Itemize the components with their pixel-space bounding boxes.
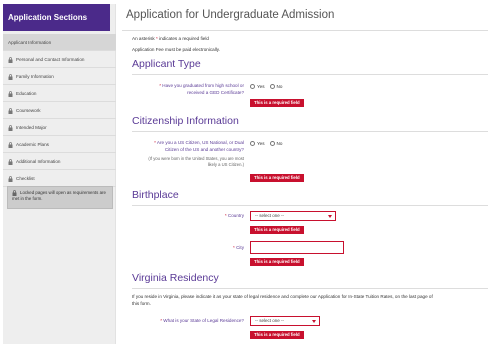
citizen-error: This is a required field bbox=[250, 174, 304, 182]
country-error: This is a required field bbox=[250, 226, 304, 234]
section-heading-birthplace: Birthplace bbox=[132, 189, 179, 201]
sidebar-item-label: Personal and Contact Information bbox=[16, 56, 85, 62]
lock-icon bbox=[12, 190, 17, 196]
sidebar-item-label: Coursework bbox=[16, 107, 41, 113]
citizen-yes-radio[interactable] bbox=[250, 141, 255, 146]
sidebar-item-checklist[interactable]: Checklist bbox=[3, 170, 116, 187]
residency-paragraph: If you reside in Virginia, please indica… bbox=[132, 293, 486, 307]
section-heading-applicant-type: Applicant Type bbox=[132, 58, 201, 70]
residency-paragraph-line2: this form. bbox=[132, 301, 151, 306]
required-note-before: An asterisk bbox=[132, 36, 155, 41]
required-asterisk: * bbox=[156, 36, 158, 41]
sidebar-item-family[interactable]: Family Information bbox=[3, 68, 116, 85]
graduated-no-label[interactable]: No bbox=[277, 84, 283, 89]
sidebar-item-label: Additional Information bbox=[16, 158, 61, 164]
citizen-question-line1: Are you a US Citizen, US National, or Du… bbox=[156, 140, 244, 145]
fee-note: Application Fee must be paid electronica… bbox=[132, 47, 221, 52]
sidebar-item-education[interactable]: Education bbox=[3, 85, 116, 102]
section-divider bbox=[132, 74, 488, 75]
sidebar-item-coursework[interactable]: Coursework bbox=[3, 102, 116, 119]
section-divider bbox=[132, 288, 488, 289]
lock-icon bbox=[8, 107, 13, 114]
country-label: * Country bbox=[128, 213, 244, 220]
required-asterisk: * bbox=[160, 318, 163, 323]
required-note-after: indicates a required field bbox=[159, 36, 209, 41]
city-error: This is a required field bbox=[250, 258, 304, 266]
citizen-yes-label[interactable]: Yes bbox=[257, 141, 265, 146]
state-select[interactable]: -- select one -- bbox=[250, 316, 320, 326]
citizen-question: * Are you a US Citizen, US National, or … bbox=[128, 140, 244, 153]
lock-icon bbox=[8, 158, 13, 165]
required-note: An asterisk * indicates a required field bbox=[132, 36, 209, 41]
citizen-no-radio[interactable] bbox=[269, 141, 275, 146]
graduated-yes-label[interactable]: Yes bbox=[257, 84, 265, 89]
chevron-down-icon bbox=[328, 215, 332, 218]
citizen-hint-line2: likely a US Citizen.) bbox=[207, 162, 244, 167]
country-label-text: Country bbox=[227, 213, 244, 218]
sidebar-item-personal-contact[interactable]: Personal and Contact Information bbox=[3, 51, 116, 68]
locked-pages-note-text: Locked pages will open as requirements a… bbox=[12, 190, 106, 201]
graduated-radio-group: Yes No bbox=[250, 84, 287, 89]
lock-icon bbox=[8, 56, 13, 63]
sidebar-item-label: Education bbox=[16, 90, 37, 96]
graduated-yes-radio[interactable] bbox=[250, 84, 255, 89]
sidebar-item-label: Applicant Information bbox=[8, 39, 52, 45]
sidebar-item-label: Intended Major bbox=[16, 124, 47, 130]
city-label: * City bbox=[128, 245, 244, 252]
lock-icon bbox=[8, 124, 13, 131]
lock-icon bbox=[8, 90, 13, 97]
required-asterisk: * bbox=[154, 140, 156, 145]
section-heading-citizenship: Citizenship Information bbox=[132, 115, 239, 127]
sidebar-item-label: Family Information bbox=[16, 73, 54, 79]
graduated-no-radio[interactable] bbox=[269, 84, 275, 89]
country-select-value: -- select one -- bbox=[255, 213, 285, 218]
sidebar-item-intended-major[interactable]: Intended Major bbox=[3, 119, 116, 136]
citizen-hint-line1: (If you were born in the United States, … bbox=[148, 156, 244, 161]
residency-paragraph-line1: If you reside in Virginia, please indica… bbox=[132, 294, 433, 299]
city-label-text: City bbox=[236, 245, 244, 250]
main-content: Application for Undergraduate Admission … bbox=[122, 0, 488, 344]
graduated-error: This is a required field bbox=[250, 99, 304, 107]
lock-icon bbox=[8, 73, 13, 80]
country-select[interactable]: -- select one -- bbox=[250, 211, 336, 221]
page-title: Application for Undergraduate Admission bbox=[126, 9, 335, 21]
locked-pages-note: Locked pages will open as requirements a… bbox=[7, 186, 113, 209]
sidebar-nav: Applicant Information Personal and Conta… bbox=[3, 34, 116, 187]
city-input[interactable] bbox=[250, 241, 344, 254]
citizen-radio-group: Yes No bbox=[250, 141, 287, 146]
state-error: This is a required field bbox=[250, 331, 304, 339]
sidebar: Application Sections Applicant Informati… bbox=[3, 4, 116, 344]
section-divider bbox=[132, 131, 488, 132]
state-select-value: -- select one -- bbox=[255, 318, 285, 323]
citizen-hint: (If you were born in the United States, … bbox=[122, 156, 244, 168]
sidebar-item-applicant-information[interactable]: Applicant Information bbox=[3, 34, 116, 51]
lock-icon bbox=[8, 141, 13, 148]
required-asterisk: * bbox=[224, 213, 227, 218]
citizen-no-label[interactable]: No bbox=[277, 141, 283, 146]
sidebar-item-label: Academic Plans bbox=[16, 141, 49, 147]
sidebar-item-label: Checklist bbox=[16, 175, 35, 181]
section-divider bbox=[132, 205, 488, 206]
title-divider bbox=[122, 30, 488, 31]
state-label-text: What is your State of Legal Residence? bbox=[163, 318, 244, 323]
chevron-down-icon bbox=[312, 320, 316, 323]
sidebar-item-academic-plans[interactable]: Academic Plans bbox=[3, 136, 116, 153]
sidebar-title: Application Sections bbox=[3, 4, 110, 31]
required-asterisk: * bbox=[159, 83, 161, 88]
graduated-question: * Have you graduated from high school or… bbox=[128, 83, 244, 96]
state-label: * What is your State of Legal Residence? bbox=[128, 318, 244, 325]
sidebar-item-additional-information[interactable]: Additional Information bbox=[3, 153, 116, 170]
graduated-question-line2: received a GED Certificate? bbox=[187, 89, 244, 95]
lock-icon bbox=[8, 175, 13, 182]
required-asterisk: * bbox=[233, 245, 235, 250]
citizen-question-line2: Citizen of the US and another country? bbox=[164, 146, 244, 152]
graduated-question-line1: Have you graduated from high school or bbox=[162, 83, 244, 88]
section-heading-virginia-residency: Virginia Residency bbox=[132, 272, 219, 284]
